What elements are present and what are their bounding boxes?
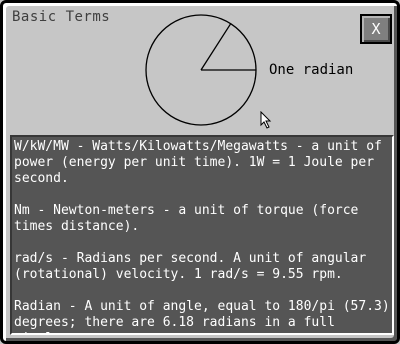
- window-title: Basic Terms: [12, 9, 111, 25]
- definition-radian: Radian - A unit of angle, equal to 180/p…: [14, 299, 390, 333]
- close-icon: X: [371, 20, 381, 38]
- glossary-panel: W/kW/MW - Watts/Kilowatts/Megawatts - a …: [10, 135, 394, 335]
- radian-diagram: [145, 14, 257, 126]
- diagram-label: One radian: [269, 62, 354, 78]
- definition-newton-meters: Nm - Newton-meters - a unit of torque (f…: [14, 203, 359, 234]
- mouse-cursor-icon: [260, 111, 272, 129]
- terms-window: Basic Terms X One radian W/kW/MW - Watts…: [0, 0, 400, 344]
- radius-angled: [200, 23, 232, 71]
- definition-rad-per-second: rad/s - Radians per second. A unit of an…: [14, 251, 367, 282]
- close-button[interactable]: X: [360, 14, 392, 44]
- definition-watts: W/kW/MW - Watts/Kilowatts/Megawatts - a …: [14, 139, 382, 186]
